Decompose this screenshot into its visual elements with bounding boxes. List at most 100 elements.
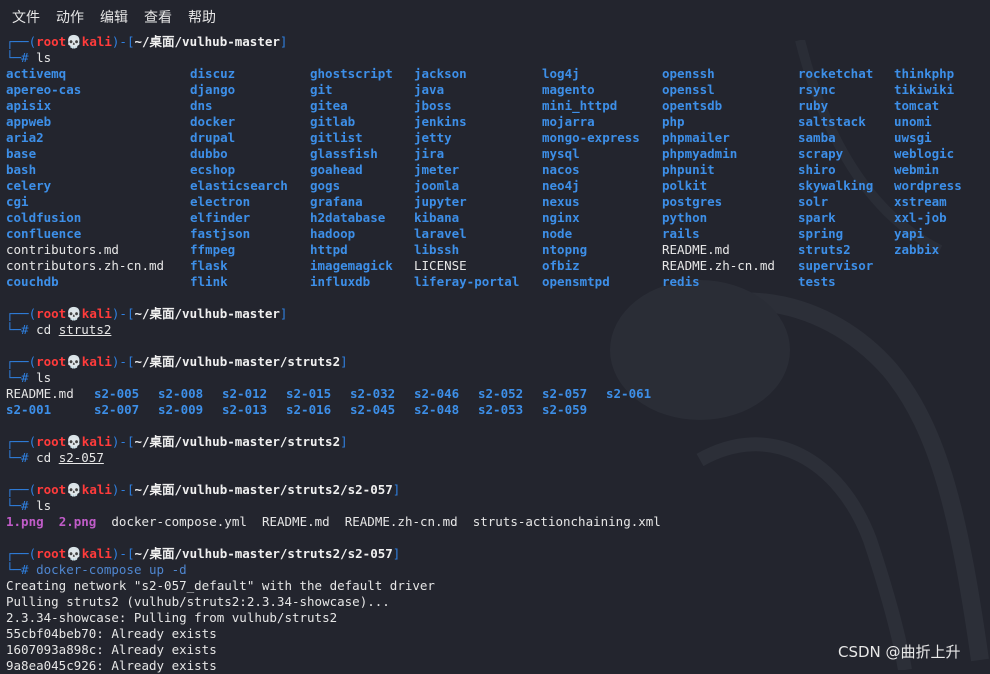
directory: s2-059 [542,402,588,417]
directory: postgres [662,194,723,209]
directory: s2-032 [350,386,396,401]
file: docker-compose.yml [111,514,247,529]
directory: s2-045 [350,402,396,417]
directory: yapi [894,226,925,241]
directory: couchdb [6,274,59,289]
terminal-output[interactable]: ┌──(root💀kali)-[~/桌面/vulhub-master] └─# … [0,34,990,673]
directory: skywalking [798,178,874,193]
file: README.md [261,514,330,529]
directory: fastjson [190,226,251,241]
directory: webmin [894,162,940,177]
directory: libssh [414,242,460,257]
file: README.md [662,242,730,257]
menu-action[interactable]: 动作 [56,7,84,27]
directory: scrapy [798,146,844,161]
directory: git [310,82,333,97]
prompt-command: └─# ls [6,50,52,65]
directory: hadoop [310,226,356,241]
output-line: Pulling struts2 (vulhub/struts2:2.3.34-s… [6,594,390,609]
directory: nacos [542,162,580,177]
directory: flask [190,258,228,273]
directory: mini_httpd [542,98,618,113]
directory: gitea [310,98,348,113]
directory: nginx [542,210,580,225]
directory: uwsgi [894,130,932,145]
directory: wordpress [894,178,962,193]
directory: joomla [414,178,460,193]
output-line: 2.3.34-showcase: Pulling from vulhub/str… [6,610,338,625]
directory: jboss [414,98,452,113]
directory: struts2 [798,242,851,257]
menu-view[interactable]: 查看 [144,7,172,27]
prompt-command: └─# docker-compose up -d [6,562,187,577]
directory: php [662,114,685,129]
file-image: 2.png [58,514,97,529]
directory: celery [6,178,52,193]
directory: influxdb [310,274,371,289]
ls-s2-057-listing: 1.png 2.png docker-compose.yml README.md… [6,514,661,530]
directory: tomcat [894,98,940,113]
directory: gitlist [310,130,363,145]
directory: mysql [542,146,580,161]
menu-edit[interactable]: 编辑 [100,7,128,27]
directory: s2-012 [222,386,268,401]
directory: jackson [414,66,467,81]
directory: bash [6,162,37,177]
directory: jetty [414,130,452,145]
directory: jenkins [414,114,467,129]
directory: confluence [6,226,82,241]
directory: aria2 [6,130,44,145]
directory: nexus [542,194,580,209]
directory: gitlab [310,114,356,129]
prompt-header: ┌──(root💀kali)-[~/桌面/vulhub-master] [6,34,288,49]
directory: s2-015 [286,386,332,401]
directory: jira [414,146,445,161]
directory: s2-052 [478,386,524,401]
directory: kibana [414,210,460,225]
directory: httpd [310,242,348,257]
menu-help[interactable]: 帮助 [188,7,216,27]
directory: s2-009 [158,402,204,417]
directory: ffmpeg [190,242,236,257]
directory: openssl [662,82,715,97]
directory: ecshop [190,162,236,177]
directory: cgi [6,194,29,209]
directory: rocketchat [798,66,874,81]
file: contributors.zh-cn.md [6,258,165,273]
directory: s2-008 [158,386,204,401]
directory: s2-053 [478,402,524,417]
directory: base [6,146,37,161]
prompt-header: ┌──(root💀kali)-[~/桌面/vulhub-master/strut… [6,434,348,449]
directory: h2database [310,210,386,225]
directory: python [662,210,708,225]
directory: supervisor [798,258,874,273]
directory: xxl-job [894,210,947,225]
directory: rails [662,226,700,241]
file: LICENSE [414,258,467,273]
directory: phpunit [662,162,715,177]
directory: xstream [894,194,947,209]
output-line: Creating network "s2-057_default" with t… [6,578,435,593]
prompt-header: ┌──(root💀kali)-[~/桌面/vulhub-master] [6,306,288,321]
prompt-command: └─# cd s2-057 [6,450,104,465]
prompt-command: └─# ls [6,370,52,385]
directory: docker [190,114,236,129]
directory: elfinder [190,210,251,225]
directory: dns [190,98,213,113]
directory: discuz [190,66,236,81]
directory: opensmtpd [542,274,610,289]
directory: flink [190,274,228,289]
menu-file[interactable]: 文件 [12,7,40,27]
directory: solr [798,194,829,209]
directory: grafana [310,194,363,209]
prompt-header: ┌──(root💀kali)-[~/桌面/vulhub-master/strut… [6,354,348,369]
directory: drupal [190,130,236,145]
directory: gogs [310,178,341,193]
directory: zabbix [894,242,940,257]
prompt-header: ┌──(root💀kali)-[~/桌面/vulhub-master/strut… [6,482,401,497]
directory: phpmyadmin [662,146,738,161]
directory: neo4j [542,178,580,193]
directory: thinkphp [894,66,955,81]
directory: spark [798,210,836,225]
directory: django [190,82,236,97]
